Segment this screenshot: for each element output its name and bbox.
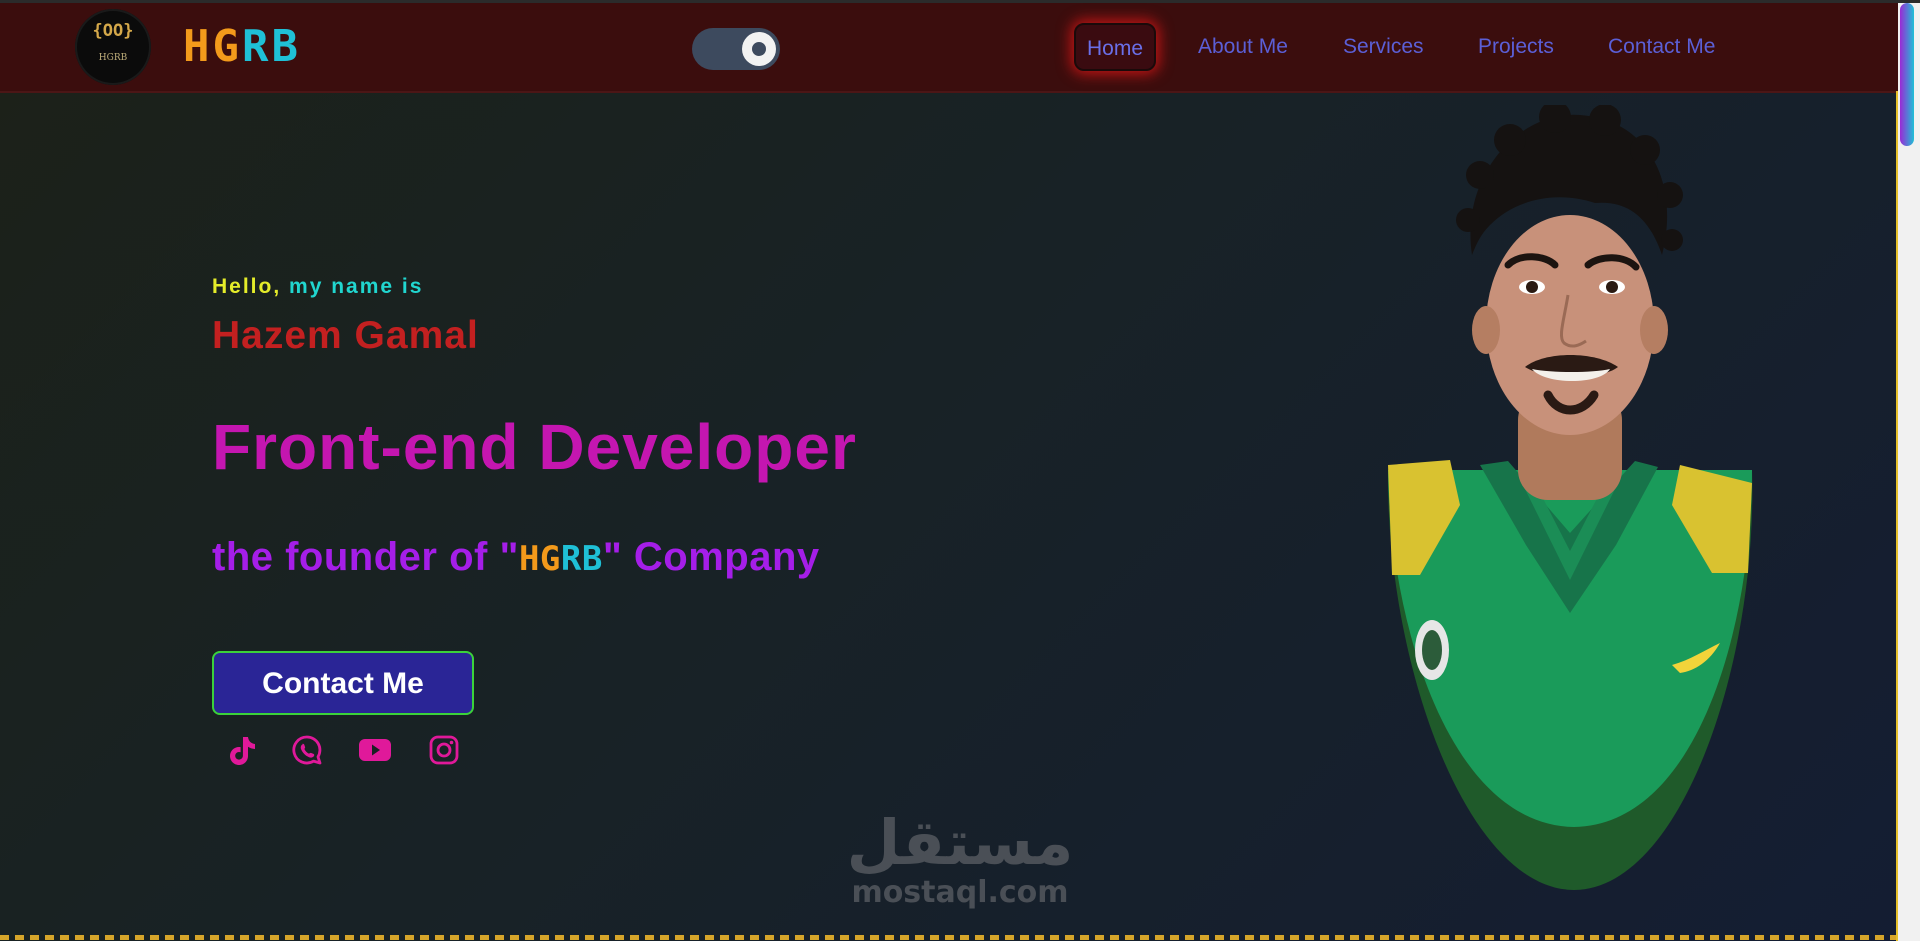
hero-role: Front-end Developer	[212, 411, 857, 483]
scrollbar-thumb[interactable]	[1900, 3, 1914, 146]
watermark-latin: mostaql.com	[851, 875, 1069, 910]
section-divider	[0, 935, 1898, 940]
greeting: Hello, my name is	[212, 275, 423, 299]
brand-part-2: RB	[241, 21, 301, 72]
youtube-icon	[359, 739, 391, 761]
hero-name: Hazem Gamal	[212, 314, 479, 357]
youtube-link[interactable]	[357, 732, 393, 768]
navbar: {OO} HGRB HGRB Home About Me Services Pr…	[0, 3, 1898, 93]
toggle-knob	[742, 32, 776, 66]
nav-home[interactable]: Home	[1074, 23, 1156, 71]
profile-photo	[1387, 105, 1753, 890]
tiktok-icon	[230, 737, 255, 765]
watermark: مستقل mostaql.com	[830, 810, 1090, 910]
nav-about-me[interactable]: About Me	[1198, 32, 1288, 62]
logo[interactable]: {OO} HGRB	[75, 9, 151, 85]
company-part-2: RB	[560, 539, 603, 579]
nav-services[interactable]: Services	[1343, 32, 1424, 62]
logo-text: HGRB	[98, 53, 128, 63]
whatsapp-icon	[292, 735, 322, 765]
brand-part-1: HG	[183, 21, 242, 72]
watermark-arabic: مستقل	[846, 806, 1074, 879]
theme-toggle[interactable]	[692, 28, 780, 70]
brand-name[interactable]: HGRB	[183, 19, 301, 75]
whatsapp-link[interactable]	[289, 732, 325, 768]
founder-prefix: the founder of "	[212, 535, 519, 579]
nav-contact-me[interactable]: Contact Me	[1608, 32, 1715, 62]
nav-projects[interactable]: Projects	[1478, 32, 1554, 62]
logo-braces: {OO}	[92, 21, 134, 41]
founder-suffix: " Company	[602, 535, 820, 579]
company-part-1: HG	[518, 539, 561, 579]
founder-line: the founder of "HGRB" Company	[212, 535, 820, 580]
contact-me-button[interactable]: Contact Me	[212, 651, 474, 715]
greeting-rest: my name is	[281, 275, 424, 298]
instagram-icon	[429, 735, 459, 765]
instagram-link[interactable]	[426, 732, 462, 768]
greeting-hello: Hello,	[212, 275, 282, 298]
tiktok-link[interactable]	[224, 732, 260, 768]
